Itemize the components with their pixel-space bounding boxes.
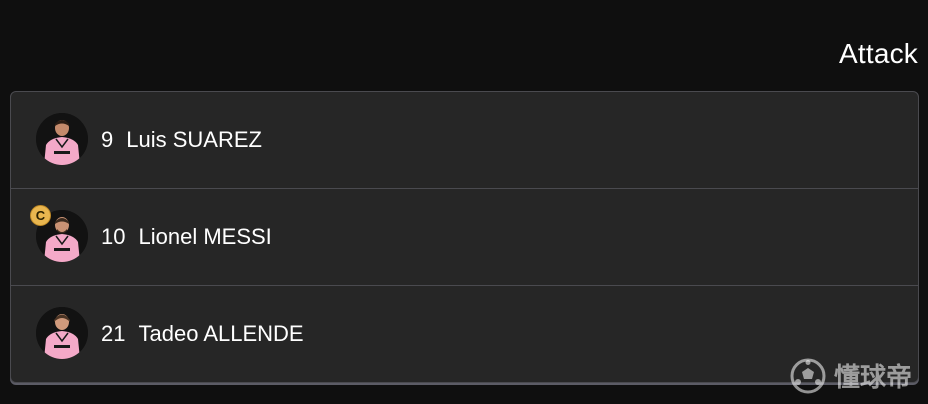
player-list: 9 Luis SUAREZ C 10 Lionel MESSI 21 Tadeo… [10,91,919,383]
player-row[interactable]: 9 Luis SUAREZ [11,92,918,189]
lineup-page: Attack 9 Luis SUAREZ C 10 Lionel MESSI 2… [0,0,928,404]
player-avatar-icon [36,307,88,359]
player-number: 9 [101,127,114,152]
player-label: 21 Tadeo ALLENDE [101,286,304,382]
player-row[interactable]: 21 Tadeo ALLENDE [11,286,918,382]
player-avatar-icon [36,113,88,165]
player-number: 10 [101,224,126,249]
player-number: 21 [101,321,126,346]
player-label: 9 Luis SUAREZ [101,92,262,188]
captain-badge: C [30,205,51,226]
player-name: Luis SUAREZ [126,127,262,152]
soccer-ball-icon [790,358,826,393]
player-name: Tadeo ALLENDE [138,321,304,346]
watermark-text: 懂球帝 [833,362,912,392]
player-name: Lionel MESSI [138,224,272,249]
section-title: Attack [838,38,918,69]
player-label: 10 Lionel MESSI [101,189,272,285]
player-row[interactable]: C 10 Lionel MESSI [11,189,918,286]
watermark: 懂球帝 [790,357,912,394]
